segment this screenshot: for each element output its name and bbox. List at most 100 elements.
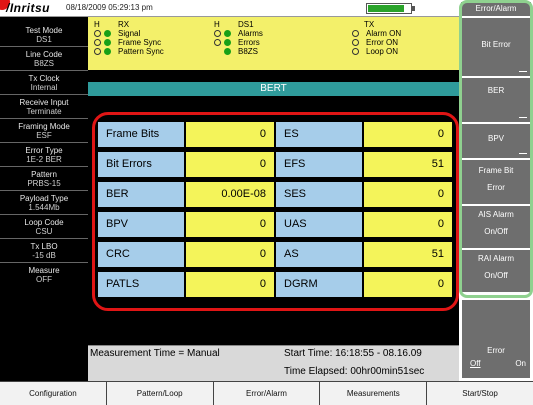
rx-row-label: Frame Sync (118, 38, 162, 47)
tab-pattern-loop[interactable]: Pattern/Loop (107, 382, 214, 405)
ds1-row-label: Alarms (238, 29, 263, 38)
main-menu-tabs: Configuration Pattern/Loop Error/Alarm M… (0, 381, 533, 405)
rx-row: Frame Sync (94, 38, 164, 47)
measurement-info: Measurement Time = Manual Start Time: 16… (88, 345, 459, 381)
time-elapsed: Time Elapsed: 00hr00min51sec (284, 366, 425, 377)
left-item-value: DS1 (36, 35, 52, 44)
brand-logo: /Inritsu (6, 1, 51, 15)
softkey-error-toggle[interactable]: Error Off On (462, 300, 530, 378)
highlight-outline (92, 112, 459, 311)
led-on-icon (224, 48, 231, 55)
title-bar: /Inritsu 08/18/2009 05:29:13 pm (0, 0, 459, 17)
ds1-row: Errors (214, 38, 263, 47)
led-off-icon (94, 39, 101, 46)
led-off-icon (214, 39, 221, 46)
measurement-time: Measurement Time = Manual (90, 348, 220, 359)
tx-title: TX (364, 20, 375, 29)
led-on-icon (224, 39, 231, 46)
softkey-label: Error (487, 346, 505, 355)
tx-row: Loop ON (352, 47, 401, 56)
led-off-icon (94, 48, 101, 55)
led-off-icon (94, 30, 101, 37)
tx-row-label: Alarm ON (366, 29, 402, 38)
bert-title: BERT (88, 82, 459, 96)
left-item-value: PRBS-15 (27, 179, 61, 188)
led-on-icon (104, 39, 111, 46)
left-item-value: CSU (35, 227, 53, 236)
tab-start-stop[interactable]: Start/Stop (427, 382, 533, 405)
rx-row-label: Pattern Sync (118, 47, 164, 56)
left-item-label: Payload Type (19, 194, 69, 203)
left-item-value: OFF (36, 275, 52, 284)
ds1-title: DS1 (238, 20, 254, 29)
left-item-label: Test Mode (25, 26, 63, 35)
ds1-row-label: Errors (238, 38, 260, 47)
ds1-row-label: B8ZS (238, 47, 259, 56)
left-item-label: Tx Clock (28, 74, 60, 83)
left-item-label: Tx LBO (30, 242, 58, 251)
ds1-status: H DS1 Alarms Errors B8ZS (214, 20, 263, 56)
toggle-on: On (515, 359, 526, 368)
status-strip: H RX Signal Frame Sync Pattern Sync H DS1 … (88, 17, 459, 72)
left-item-error-type[interactable]: Error Type 1E-2 BER (0, 143, 88, 167)
battery-tip (412, 6, 415, 11)
rx-row: Signal (94, 29, 164, 38)
left-item-value: -15 dB (32, 251, 56, 260)
tx-row-label: Loop ON (366, 47, 399, 56)
history-label: H (214, 20, 220, 29)
left-item-framing-mode[interactable]: Framing Mode ESF (0, 119, 88, 143)
led-on-icon (104, 48, 111, 55)
softkey-highlight (459, 0, 533, 298)
led-on-icon (104, 30, 111, 37)
rx-header: H RX (94, 20, 164, 29)
toggle-off: Off (470, 359, 481, 368)
led-blank (214, 48, 221, 55)
battery-icon (366, 3, 412, 14)
tab-measurements[interactable]: Measurements (320, 382, 428, 405)
left-item-value: 1.544Mb (28, 203, 60, 212)
left-item-label: Receive Input (19, 98, 69, 107)
left-item-label: Framing Mode (18, 122, 70, 131)
tx-row: Alarm ON (352, 29, 401, 38)
start-time: Start Time: 16:18:55 - 08.16.09 (284, 348, 422, 359)
tx-row-label: Error ON (366, 38, 398, 47)
left-item-tx-clock[interactable]: Tx Clock Internal (0, 71, 88, 95)
left-item-label: Line Code (25, 50, 63, 59)
left-item-line-code[interactable]: Line Code B8ZS (0, 47, 88, 71)
tab-error-alarm[interactable]: Error/Alarm (214, 382, 321, 405)
battery-level (368, 5, 404, 12)
led-off-icon (352, 48, 359, 55)
left-item-loop-code[interactable]: Loop Code CSU (0, 215, 88, 239)
ds1-header: H DS1 (214, 20, 263, 29)
left-item-measure[interactable]: Measure OFF (0, 263, 88, 287)
ds1-row: Alarms (214, 29, 263, 38)
datetime: 08/18/2009 05:29:13 pm (66, 3, 153, 12)
softkey-panel: Error/Alarm Bit Error BER BPV Frame Bit … (459, 0, 533, 381)
left-item-label: Measure (28, 266, 60, 275)
led-off-icon (352, 39, 359, 46)
left-item-value: B8ZS (33, 59, 54, 68)
left-item-test-mode[interactable]: Test Mode DS1 (0, 20, 88, 47)
rx-title: RX (118, 20, 130, 29)
left-item-value: Terminate (26, 107, 62, 116)
left-item-receive-input[interactable]: Receive Input Terminate (0, 95, 88, 119)
rx-status: H RX Signal Frame Sync Pattern Sync (94, 20, 164, 56)
tab-configuration[interactable]: Configuration (0, 382, 107, 405)
led-off-icon (214, 30, 221, 37)
left-item-tx-lbo[interactable]: Tx LBO -15 dB (0, 239, 88, 263)
bert-panel: BERT Frame Bits 0 ES 0 Bit Errors 0 EFS … (88, 72, 459, 345)
rx-row: Pattern Sync (94, 47, 164, 56)
tx-status: TX Alarm ON Error ON Loop ON (352, 20, 401, 56)
left-item-payload-type[interactable]: Payload Type 1.544Mb (0, 191, 88, 215)
ds1-row: B8ZS (214, 47, 263, 56)
history-label: H (94, 20, 100, 29)
left-item-value: Internal (30, 83, 58, 92)
rx-row-label: Signal (118, 29, 141, 38)
left-item-label: Loop Code (24, 218, 64, 227)
settings-panel: Test Mode DS1 Line Code B8ZS Tx Clock In… (0, 17, 88, 381)
tx-header: TX (352, 20, 401, 29)
left-item-pattern[interactable]: Pattern PRBS-15 (0, 167, 88, 191)
left-item-label: Pattern (31, 170, 57, 179)
tx-row: Error ON (352, 38, 401, 47)
led-on-icon (224, 30, 231, 37)
